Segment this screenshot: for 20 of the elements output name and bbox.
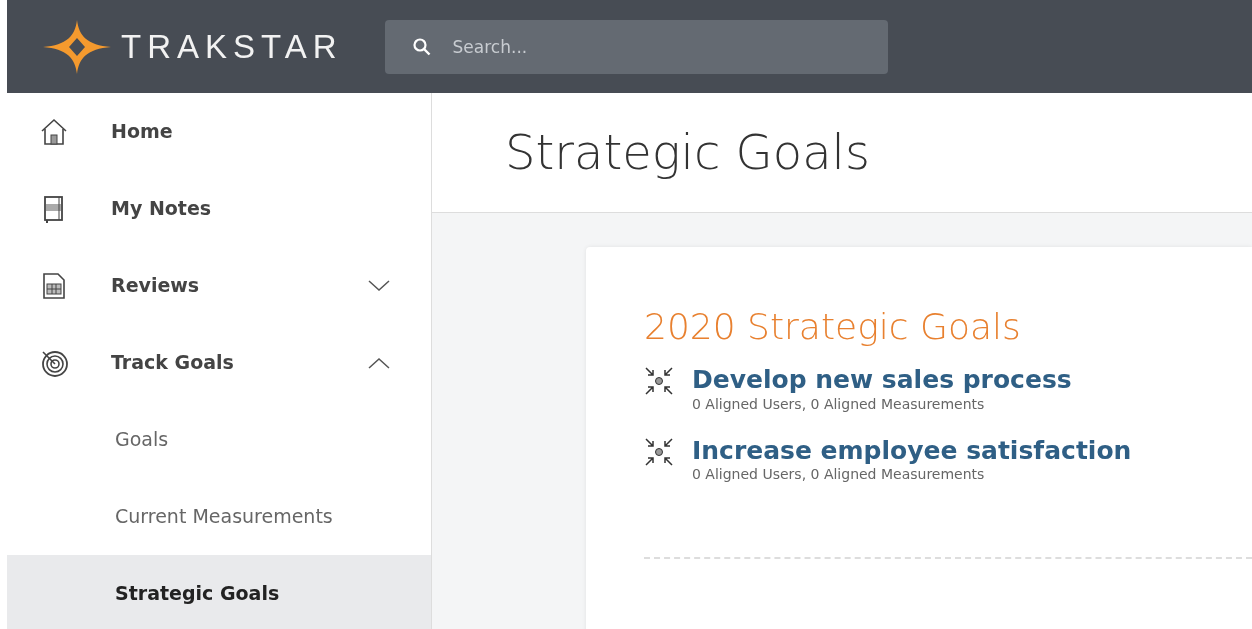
search-field[interactable]: Search... [384, 19, 888, 74]
card-title: 2020 Strategic Goals [644, 305, 1022, 349]
goal-meta: 0 Aligned Users, 0 Aligned Measurements [692, 465, 986, 485]
sidebar-item[interactable]: My Notes [7, 170, 431, 247]
sidebar-subitem[interactable]: Strategic Goals [7, 555, 431, 629]
chevron-up-icon [367, 355, 391, 370]
goal-link[interactable]: Increase employee satisfaction [692, 436, 1132, 465]
logo-text: TRAKSTAR [121, 26, 343, 67]
sidebar-item[interactable]: Home [7, 93, 431, 170]
chevron-down-icon [367, 278, 391, 293]
sidebar-item[interactable]: Reviews [7, 247, 431, 324]
align-icon [644, 366, 674, 397]
goal-link[interactable]: Develop new sales process [692, 366, 1072, 394]
sidebar-subitem[interactable]: Goals [7, 401, 431, 478]
page-title: Strategic Goals [505, 123, 870, 182]
goal-meta: 0 Aligned Users, 0 Aligned Measurements [692, 394, 986, 414]
align-icon [644, 436, 674, 467]
sidebar-subitem[interactable]: Current Measurements [7, 478, 431, 555]
home-icon [39, 116, 69, 147]
sidebar-item[interactable]: Track Goals [7, 324, 431, 401]
